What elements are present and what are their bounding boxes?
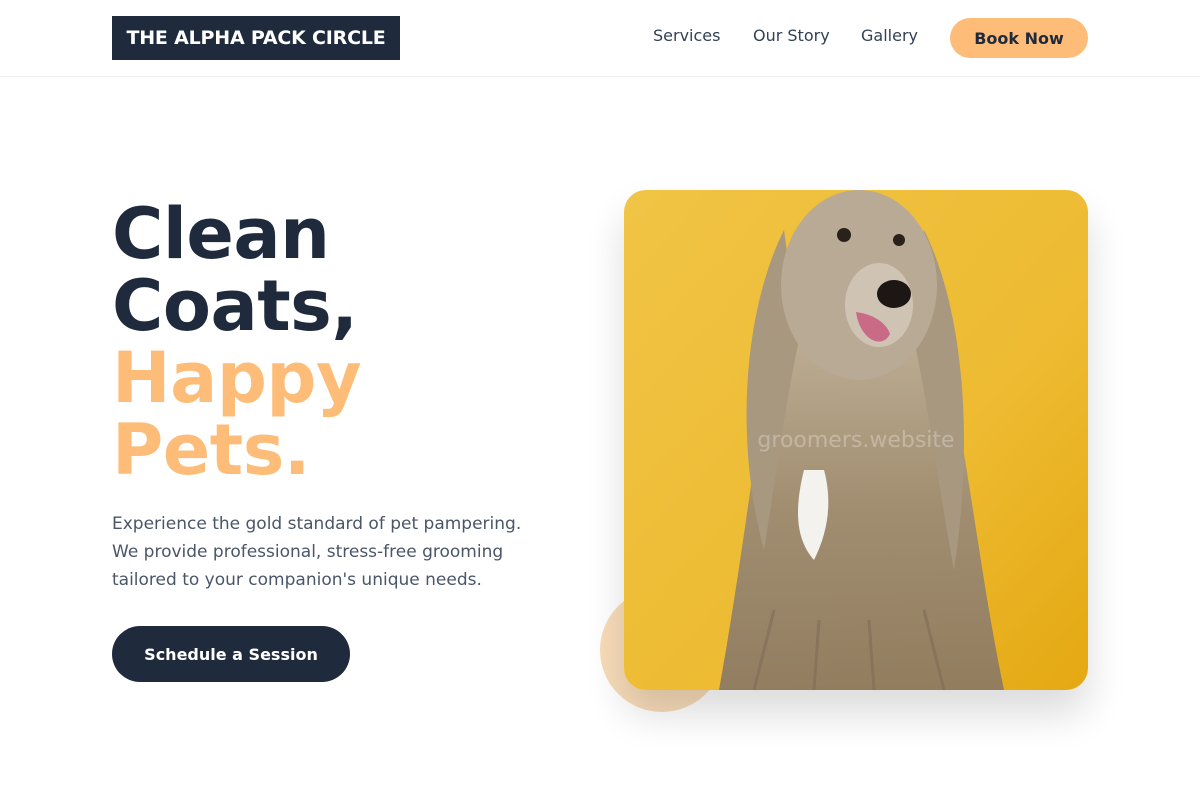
schedule-session-button[interactable]: Schedule a Session [112, 626, 350, 682]
hero-headline: Clean Coats, Happy Pets. [112, 193, 362, 491]
headline-line-2: Coats, [112, 265, 358, 347]
hero-description: Experience the gold standard of pet pamp… [112, 510, 572, 594]
description-line-1: Experience the gold standard of pet pamp… [112, 514, 522, 534]
headline-line-3: Happy [112, 337, 362, 419]
description-line-3: tailored to your companion's unique need… [112, 570, 482, 590]
site-logo[interactable]: THE ALPHA PACK CIRCLE [112, 16, 400, 60]
headline-line-4: Pets. [112, 409, 311, 491]
nav-link-our-story[interactable]: Our Story [753, 26, 830, 45]
description-line-2: We provide professional, stress-free gro… [112, 542, 504, 562]
hero-dog-photo: groomers.website [624, 190, 1088, 690]
nav-link-gallery[interactable]: Gallery [861, 26, 918, 45]
nav-link-services[interactable]: Services [653, 26, 720, 45]
headline-line-1: Clean [112, 193, 330, 275]
site-header: THE ALPHA PACK CIRCLE Services Our Story… [0, 0, 1200, 77]
book-now-button[interactable]: Book Now [950, 18, 1088, 58]
image-watermark: groomers.website [757, 428, 955, 453]
